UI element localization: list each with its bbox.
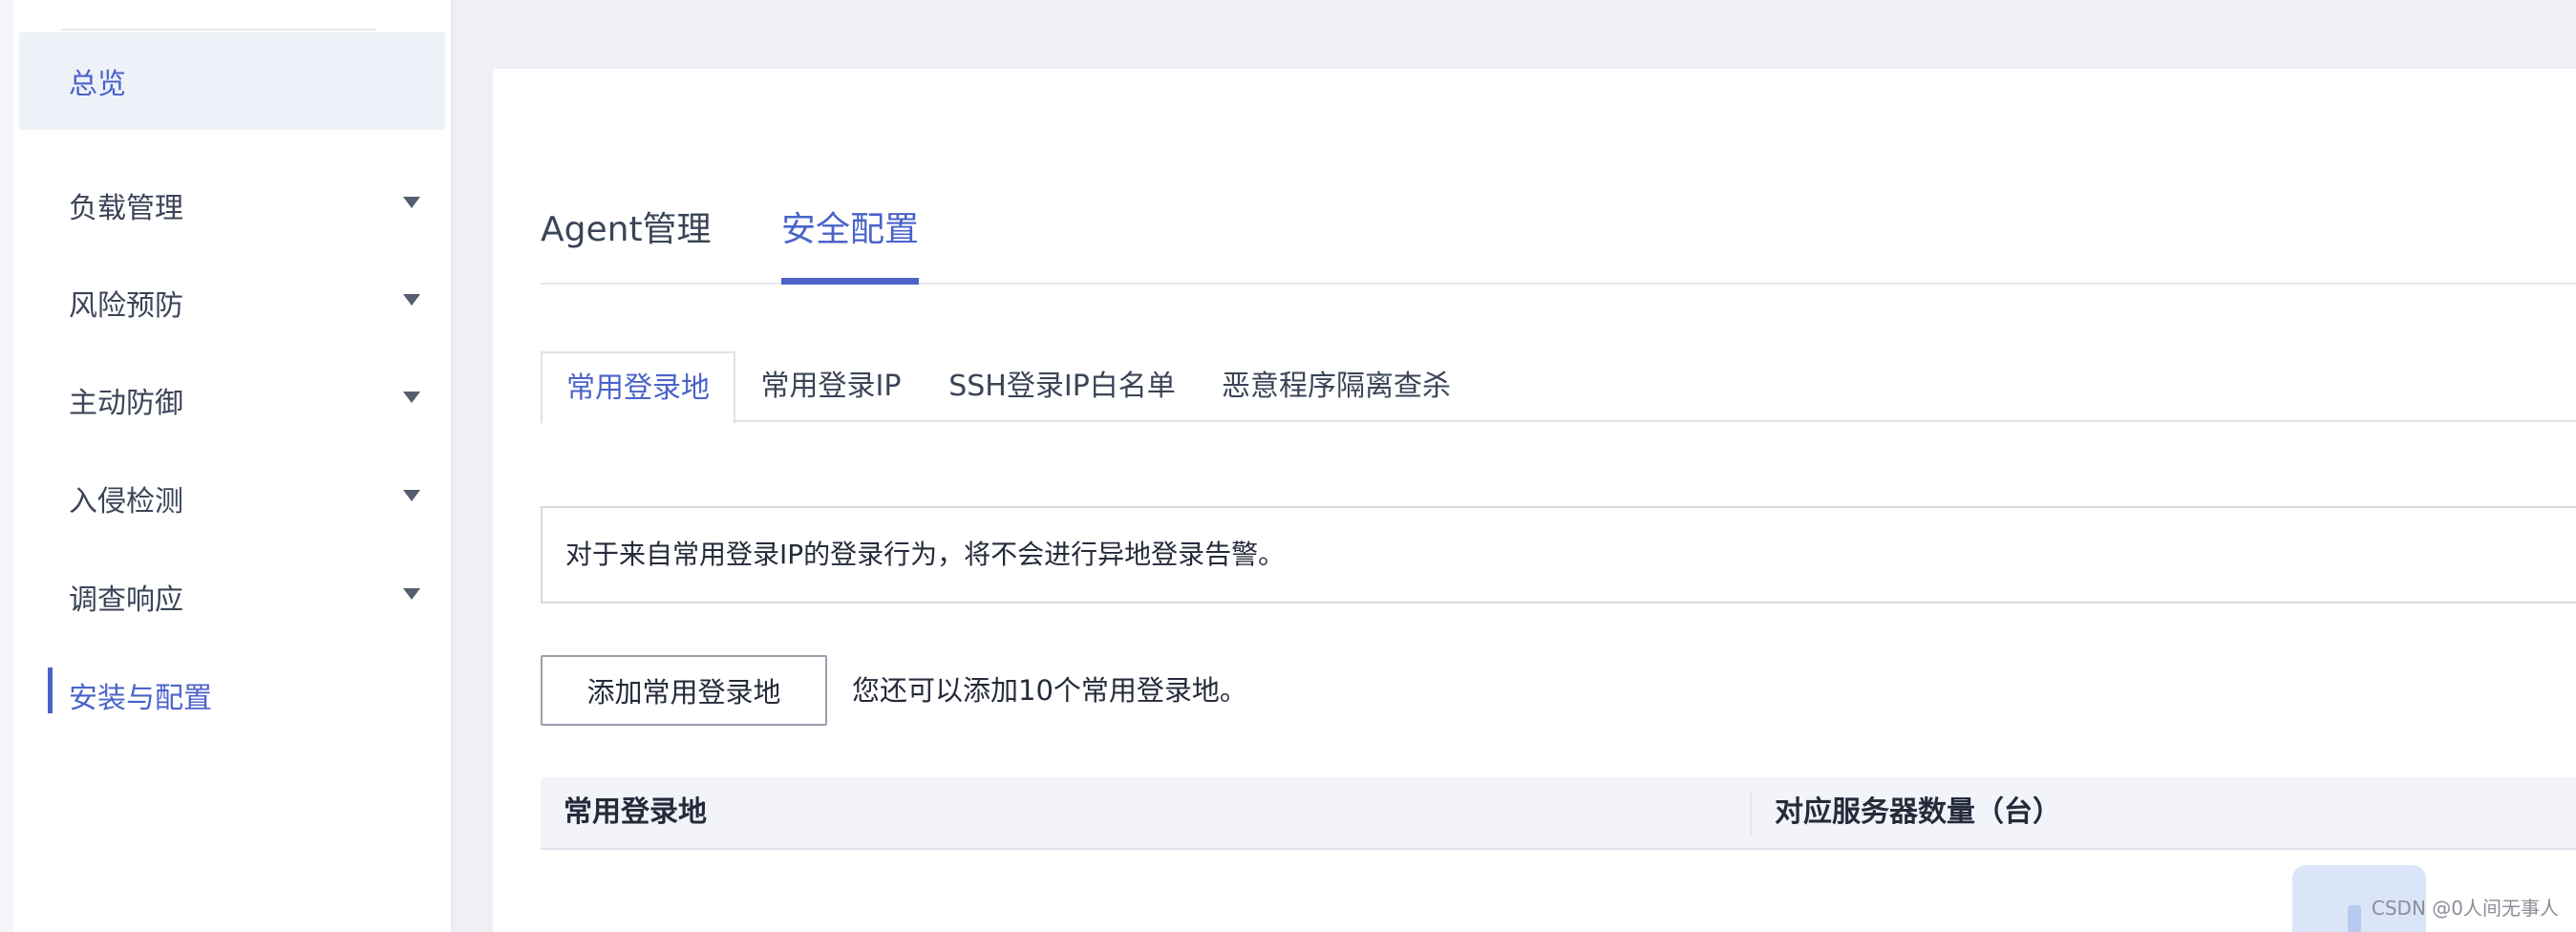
- sidebar-item-label: 安装与配置: [69, 682, 212, 715]
- info-text: 对于来自常用登录IP的登录行为，将不会进行异地登录告警。: [565, 539, 1286, 570]
- sidebar-item-label: 风险预防: [69, 289, 183, 323]
- chevron-down-icon: [403, 490, 420, 501]
- chevron-down-icon: [403, 197, 420, 208]
- add-quota-hint: 您还可以添加10个常用登录地。: [852, 674, 1247, 707]
- chevron-down-icon: [403, 392, 420, 403]
- subtab-common-login-ip[interactable]: 常用登录IP: [735, 351, 926, 422]
- subtab-label: SSH登录IP白名单: [948, 370, 1176, 403]
- subtab-ssh-whitelist[interactable]: SSH登录IP白名单: [926, 351, 1198, 422]
- subtab-label: 恶意程序隔离查杀: [1222, 370, 1451, 403]
- sidebar-item-label: 总览: [69, 68, 126, 101]
- sidebar-item-label: 负载管理: [69, 192, 183, 225]
- tab-label: 安全配置: [781, 210, 920, 249]
- subtab-label: 常用登录地: [566, 371, 710, 405]
- column-header-server-count: 对应服务器数量（台）: [1775, 795, 2061, 829]
- tab-security-config[interactable]: 安全配置: [781, 204, 920, 285]
- sidebar-divider: [61, 29, 376, 31]
- top-tab-bar: Agent管理 安全配置: [541, 138, 2576, 285]
- subtab-common-login-location[interactable]: 常用登录地: [541, 351, 735, 424]
- sidebar-item-intrusion-detection[interactable]: 入侵检测: [19, 450, 445, 547]
- table-header: 常用登录地 对应服务器数量（台）: [541, 777, 2576, 850]
- tab-agent-management[interactable]: Agent管理: [541, 204, 712, 285]
- sidebar-item-workload[interactable]: 负载管理: [19, 157, 445, 254]
- sidebar-item-install-config[interactable]: 安装与配置: [19, 646, 445, 744]
- tab-label: Agent管理: [541, 210, 712, 249]
- subtab-label: 常用登录IP: [760, 370, 902, 403]
- watermark: CSDN @0人间无事人: [2371, 897, 2559, 920]
- chevron-down-icon: [403, 588, 420, 600]
- info-notice: 对于来自常用登录IP的登录行为，将不会进行异地登录告警。: [541, 506, 2576, 604]
- main-panel: Agent管理 安全配置 常用登录地 常用登录IP SSH登录IP白名单 恶意程…: [493, 69, 2576, 932]
- sidebar-item-risk-prevention[interactable]: 风险预防: [19, 254, 445, 351]
- subtab-malware-isolation[interactable]: 恶意程序隔离查杀: [1198, 351, 1475, 422]
- add-common-location-button[interactable]: 添加常用登录地: [541, 655, 827, 726]
- sidebar-item-label: 主动防御: [69, 387, 183, 420]
- sidebar-item-label: 入侵检测: [69, 485, 183, 519]
- chevron-down-icon: [403, 294, 420, 306]
- sidebar-item-investigation-response[interactable]: 调查响应: [19, 548, 445, 646]
- sub-tab-bar: 常用登录地 常用登录IP SSH登录IP白名单 恶意程序隔离查杀: [541, 351, 2576, 424]
- sidebar-item-label: 调查响应: [69, 583, 183, 617]
- app-root: 总览 负载管理 风险预防 主动防御 入侵检测 调查响应 安装与配置 Agent管…: [0, 0, 2576, 932]
- column-header-location: 常用登录地: [564, 795, 707, 829]
- sidebar-item-active-defense[interactable]: 主动防御: [19, 351, 445, 449]
- sidebar: 总览 负载管理 风险预防 主动防御 入侵检测 调查响应 安装与配置: [0, 0, 451, 932]
- sidebar-item-overview[interactable]: 总览: [19, 32, 445, 130]
